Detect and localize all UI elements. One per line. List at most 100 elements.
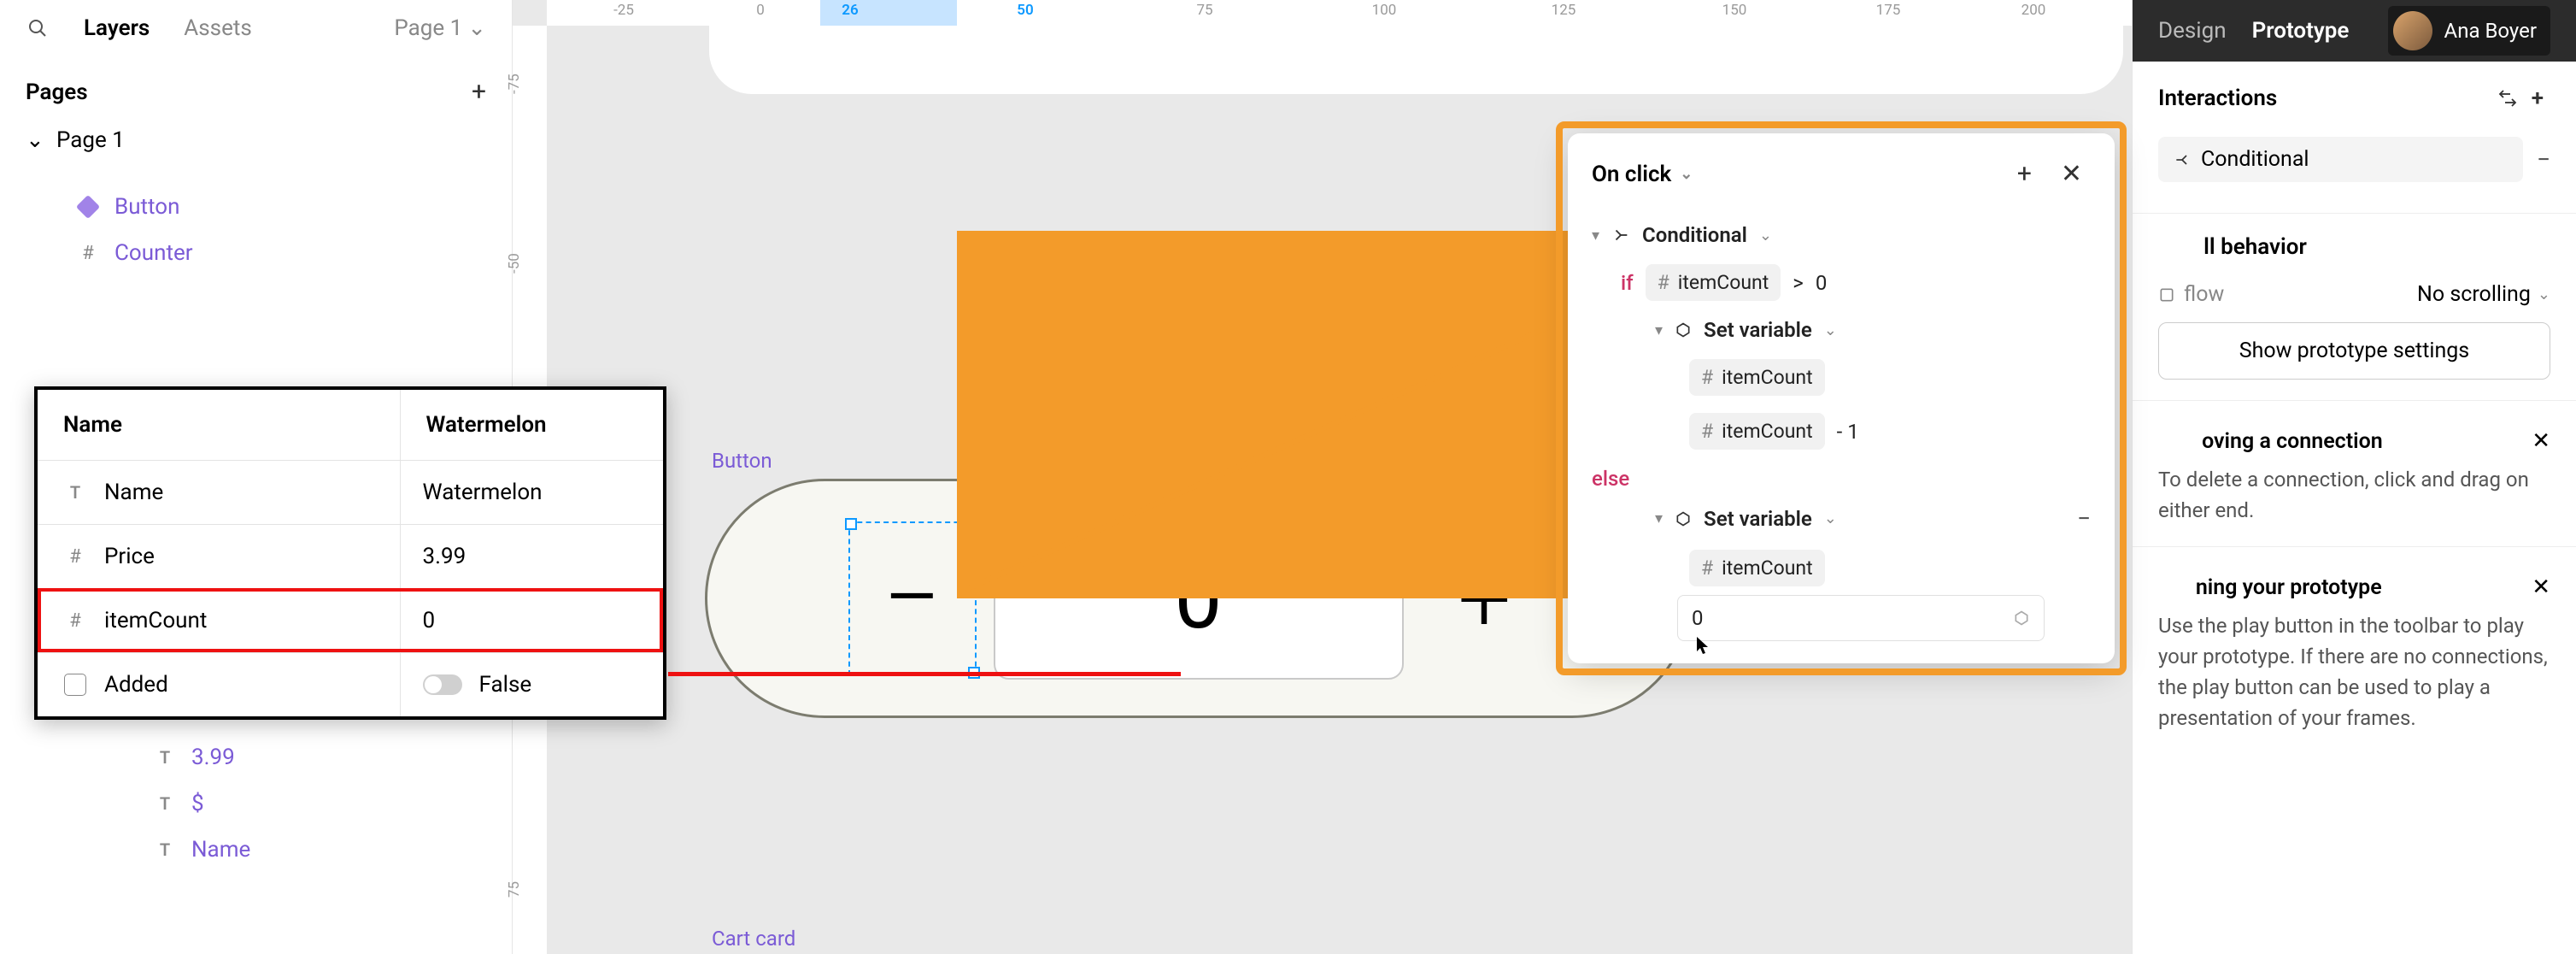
trigger-dropdown[interactable]: On click ⌄ xyxy=(1592,162,1693,187)
ruler-tick: 26 xyxy=(842,2,858,19)
show-prototype-settings-button[interactable]: Show prototype settings xyxy=(2158,322,2550,380)
text-icon xyxy=(154,839,176,861)
dismiss-help-button[interactable]: ✕ xyxy=(2532,574,2550,600)
interaction-body: ▾ Conditional ⌄ if itemCount > 0 ▾ Set v… xyxy=(1568,215,2115,641)
set-variable-row-if[interactable]: ▾ Set variable ⌄ xyxy=(1592,309,2091,350)
chevron-down-icon: ⌄ xyxy=(26,127,41,153)
ruler-tick: 125 xyxy=(1552,2,1576,19)
search-icon[interactable] xyxy=(26,16,50,40)
boolean-toggle[interactable] xyxy=(423,674,462,695)
variable-chip[interactable]: itemCount xyxy=(1646,264,1781,301)
interaction-row-conditional[interactable]: Conditional − xyxy=(2158,127,2550,192)
layer-text-currency[interactable]: $ xyxy=(0,780,512,827)
ruler-horizontal: -250265075100125150175200225 xyxy=(547,0,2132,26)
add-action-button[interactable]: + xyxy=(2009,156,2040,192)
set-variable-row-else[interactable]: ▾ Set variable ⌄ − xyxy=(1592,496,2091,541)
target-variable-row[interactable]: itemCount xyxy=(1592,350,2091,404)
hash-icon xyxy=(1701,366,1713,389)
tab-prototype[interactable]: Prototype xyxy=(2252,18,2350,44)
ruler-tick: 50 xyxy=(1017,2,1033,19)
variable-chip[interactable]: itemCount xyxy=(1689,413,1825,450)
component-label-cart[interactable]: Cart card xyxy=(705,927,795,951)
add-page-button[interactable]: + xyxy=(472,77,486,107)
frame-edge xyxy=(709,26,2123,94)
user-name: Ana Boyer xyxy=(2444,19,2537,43)
if-condition-row[interactable]: if itemCount > 0 xyxy=(1592,256,2091,309)
scroll-behavior-section: Scroll behavior flow No scrolling ⌄ Show… xyxy=(2133,214,2576,401)
component-label-text: Button xyxy=(712,449,772,473)
tab-design[interactable]: Design xyxy=(2158,18,2227,44)
text-icon xyxy=(154,792,176,815)
layer-text-price[interactable]: 3.99 xyxy=(0,734,512,780)
close-button[interactable]: ✕ xyxy=(2052,156,2091,192)
ruler-tick: 175 xyxy=(1876,2,1901,19)
hash-icon xyxy=(1701,556,1713,580)
hash-icon xyxy=(1701,420,1713,443)
variable-picker-icon[interactable] xyxy=(2013,610,2030,627)
expression-row[interactable]: itemCount - 1 xyxy=(1592,404,2091,458)
variable-chip[interactable]: itemCount xyxy=(1689,359,1825,396)
number-type-icon xyxy=(63,609,87,633)
layer-label: $ xyxy=(191,791,204,816)
collapse-caret-icon[interactable]: ▾ xyxy=(1655,321,1663,339)
help-title: Removing a connection xyxy=(2158,429,2383,454)
scroll-behavior-dropdown[interactable]: No scrolling ⌄ xyxy=(2417,282,2550,307)
section-title: Scroll behavior xyxy=(2158,234,2307,260)
ruler-tick: 200 xyxy=(2021,2,2046,19)
right-panel: Design Prototype Ana Boyer Interactions … xyxy=(2132,0,2576,954)
add-interaction-button[interactable]: + xyxy=(2525,82,2550,115)
help-body: Use the play button in the toolbar to pl… xyxy=(2158,610,2550,733)
layer-label: 3.99 xyxy=(191,745,235,770)
layer-button[interactable]: Button xyxy=(0,184,512,230)
var-value: Watermelon xyxy=(423,480,543,505)
target-variable-row-else[interactable]: itemCount xyxy=(1592,541,2091,595)
chevron-down-icon: ⌄ xyxy=(467,15,486,41)
page-row[interactable]: ⌄ Page 1 xyxy=(0,117,512,163)
var-table-header: Name Watermelon xyxy=(38,390,663,460)
component-label[interactable]: Button xyxy=(705,449,772,473)
help-title: Running your prototype xyxy=(2158,575,2382,600)
trigger-label: On click xyxy=(1592,162,1671,187)
remove-action-button[interactable]: − xyxy=(2077,504,2091,533)
value-input[interactable]: 0 xyxy=(1677,595,2045,641)
interaction-label: Conditional xyxy=(2201,147,2309,172)
collapse-caret-icon[interactable]: ▾ xyxy=(1655,509,1663,527)
tab-layers[interactable]: Layers xyxy=(84,15,150,41)
action-label: Set variable xyxy=(1704,507,1812,531)
collapse-caret-icon[interactable]: ▾ xyxy=(1592,227,1599,244)
action-label: Conditional xyxy=(1642,223,1747,247)
layer-counter[interactable]: Counter xyxy=(0,230,512,276)
var-name: itemCount xyxy=(104,608,207,633)
var-row-itemcount[interactable]: itemCount 0 xyxy=(38,588,663,652)
var-row-name[interactable]: Name Watermelon xyxy=(38,460,663,524)
user-avatar[interactable]: Ana Boyer xyxy=(2388,6,2550,56)
ruler-tick: -50 xyxy=(506,253,523,274)
var-value: False xyxy=(479,672,532,698)
left-panel-tabs: Layers Assets Page 1 ⌄ xyxy=(0,0,512,56)
variable-chip[interactable]: itemCount xyxy=(1689,550,1825,586)
text-type-icon xyxy=(63,480,87,504)
var-row-added[interactable]: Added False xyxy=(38,652,663,716)
component-icon xyxy=(77,196,99,218)
help-removing-connection: Removing a connection ✕ To delete a conn… xyxy=(2133,401,2576,547)
help-body: To delete a connection, click and drag o… xyxy=(2158,464,2550,526)
ruler-selection-range xyxy=(820,0,957,26)
chevron-down-icon: ⌄ xyxy=(1824,509,1837,527)
layer-label: Name xyxy=(191,837,250,863)
tab-assets[interactable]: Assets xyxy=(184,15,252,41)
swap-interaction-icon[interactable] xyxy=(2491,85,2525,112)
page-switcher[interactable]: Page 1 ⌄ xyxy=(394,15,486,41)
chevron-down-icon: ⌄ xyxy=(1680,165,1693,183)
cursor-pointer-icon xyxy=(1696,636,1710,655)
frame-icon xyxy=(77,242,99,264)
layer-text-name[interactable]: Name xyxy=(0,827,512,873)
help-running-prototype: Running your prototype ✕ Use the play bu… xyxy=(2133,547,2576,754)
ruler-tick: 75 xyxy=(1196,2,1212,19)
var-row-price[interactable]: Price 3.99 xyxy=(38,524,663,588)
overflow-label: flow xyxy=(2158,282,2224,307)
component-label-text: Cart card xyxy=(712,927,795,951)
variable-name: itemCount xyxy=(1722,556,1812,580)
conditional-action-row[interactable]: ▾ Conditional ⌄ xyxy=(1592,215,2091,256)
remove-interaction-button[interactable]: − xyxy=(2537,145,2550,174)
dismiss-help-button[interactable]: ✕ xyxy=(2532,428,2550,454)
